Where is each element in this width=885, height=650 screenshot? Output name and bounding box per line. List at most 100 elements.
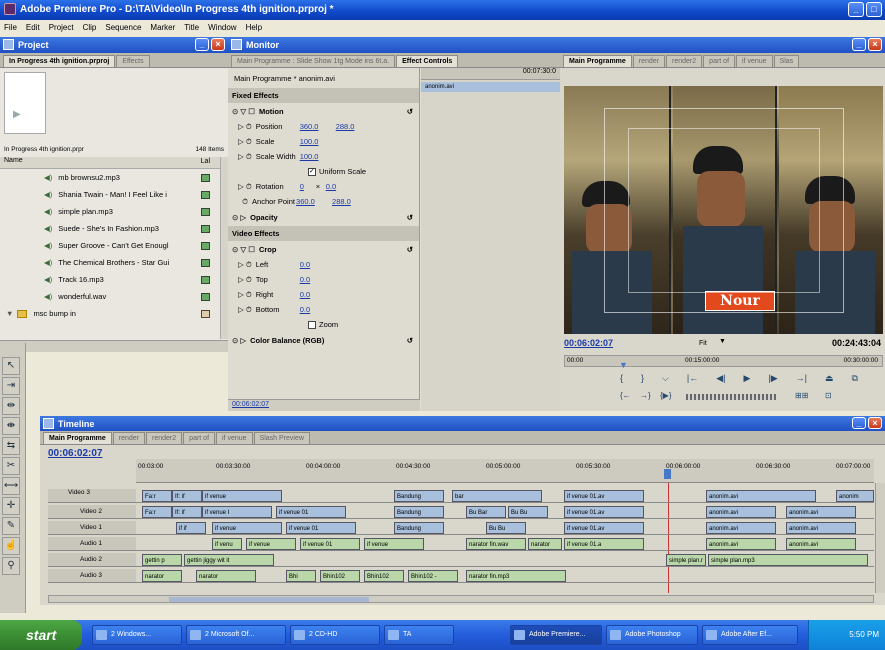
clip[interactable]: anonim.avi xyxy=(786,538,856,550)
slide-tool-icon[interactable]: ✛ xyxy=(2,497,20,515)
minimize-button[interactable]: _ xyxy=(848,2,864,17)
track-header-audio2[interactable]: Audio 2 xyxy=(48,553,136,567)
crop-right-row[interactable]: ▷ ⏱ Right 0.0 xyxy=(228,287,419,302)
clip[interactable]: anonim.avi xyxy=(786,522,856,534)
track-header-video3[interactable]: Video 3 xyxy=(48,489,136,503)
rate-stretch-tool-icon[interactable]: ⇆ xyxy=(2,437,20,455)
goto-previous-edit-icon[interactable]: {← xyxy=(620,391,631,400)
timeline-hscrollbar[interactable] xyxy=(48,595,874,603)
clip[interactable]: Bandung xyxy=(394,506,444,518)
step-back-icon[interactable]: ◀| xyxy=(716,373,725,387)
tab-render2[interactable]: render2 xyxy=(146,432,183,444)
tab-if-venue[interactable]: if venue xyxy=(216,432,253,444)
hand-tool-icon[interactable]: ☝ xyxy=(2,537,20,555)
list-item[interactable]: ◀) The Chemical Brothers - Star Gui xyxy=(0,255,212,270)
clip[interactable]: if if xyxy=(176,522,206,534)
clip[interactable]: Bandung xyxy=(394,522,444,534)
list-item[interactable]: ◀) simple plan.mp3 xyxy=(0,204,212,219)
scale-width-row[interactable]: ▷ ⏱ Scale Width 100.0 xyxy=(228,149,419,164)
tab-render[interactable]: render xyxy=(112,432,146,444)
menu-edit[interactable]: Edit xyxy=(26,23,40,33)
monitor-minimize-button[interactable]: _ xyxy=(852,38,866,51)
crop-left-row[interactable]: ▷ ⏱ Left 0.0 xyxy=(228,257,419,272)
clip[interactable]: Bu Bu xyxy=(486,522,526,534)
clip[interactable]: Bu Bar xyxy=(466,506,506,518)
menu-clip[interactable]: Clip xyxy=(83,23,97,33)
start-button[interactable]: start xyxy=(0,620,82,650)
position-row[interactable]: ▷ ⏱ Position 360.0 288.0 xyxy=(228,119,419,134)
clip[interactable]: anonim.avi xyxy=(786,506,856,518)
tab-main-programme[interactable]: Main Programme xyxy=(43,432,112,444)
tab-effect-controls[interactable]: Effect Controls xyxy=(396,55,459,67)
clip[interactable]: If: if xyxy=(172,506,202,518)
tab-part-of[interactable]: part of xyxy=(183,432,216,444)
clock[interactable]: 5:50 PM xyxy=(849,630,879,639)
col-label-header[interactable]: Lal xyxy=(201,158,210,165)
clip[interactable]: anonim.avi xyxy=(706,538,776,550)
clip[interactable]: if venu xyxy=(212,538,242,550)
clip[interactable]: if venue xyxy=(246,538,296,550)
list-item[interactable]: ◀) Suede - She's In Fashion.mp3 xyxy=(0,221,212,236)
tab-effects[interactable]: Effects xyxy=(116,55,150,67)
clip[interactable]: If: if xyxy=(172,490,202,502)
tab-main-programme[interactable]: Main Programme xyxy=(563,55,632,67)
play-icon[interactable]: ▶ xyxy=(743,373,750,387)
crop-top-row[interactable]: ▷ ⏱ Top 0.0 xyxy=(228,272,419,287)
scale-value[interactable]: 100.0 xyxy=(300,137,319,146)
scale-width-value[interactable]: 100.0 xyxy=(300,152,319,161)
opacity-row[interactable]: ⊙ ▷ Opacity ↺ xyxy=(228,210,419,225)
clip[interactable]: if venue xyxy=(364,538,424,550)
clip[interactable]: if venue xyxy=(202,490,282,502)
taskbar-button-active[interactable]: Adobe Premiere... xyxy=(510,625,602,645)
timeline-ruler[interactable]: 00:03:00 00:03:30:00 00:04:00:00 00:04:3… xyxy=(136,459,874,483)
slip-tool-icon[interactable]: ⟷ xyxy=(2,477,20,495)
list-item[interactable]: ◀) Super Groove - Can't Get Enougl xyxy=(0,238,212,253)
tab-part-of[interactable]: part of xyxy=(703,55,736,67)
program-video-frame[interactable]: Nour xyxy=(564,86,883,334)
menu-project[interactable]: Project xyxy=(49,23,74,33)
jog-control[interactable] xyxy=(686,394,776,400)
list-item[interactable]: ◀) Track 16.mp3 xyxy=(0,272,212,287)
clip[interactable]: Bandung xyxy=(394,490,444,502)
ec-clip-bar[interactable]: anonim.avi xyxy=(421,82,560,92)
menu-title[interactable]: Title xyxy=(184,23,199,33)
timeline-minimize-button[interactable]: _ xyxy=(852,417,866,429)
clip[interactable]: narator fin.mp3 xyxy=(466,570,566,582)
clip[interactable]: narator xyxy=(196,570,256,582)
clip[interactable]: if venue 01.a xyxy=(564,538,644,550)
taskbar-button[interactable]: 2 Microsoft Of... xyxy=(186,625,286,645)
clip[interactable]: anonim.avi xyxy=(706,490,816,502)
taskbar-button[interactable]: Adobe After Ef... xyxy=(702,625,798,645)
selection-tool-icon[interactable]: ↖ xyxy=(2,357,20,375)
track-header-video2[interactable]: Video 2 xyxy=(48,505,136,519)
maximize-button[interactable]: □ xyxy=(866,2,882,17)
taskbar-button[interactable]: TA xyxy=(384,625,454,645)
clip[interactable]: gettin jiggy wit it xyxy=(184,554,274,566)
taskbar-button[interactable]: 2 CD-HD xyxy=(290,625,380,645)
clip[interactable]: Bhi xyxy=(286,570,316,582)
razor-tool-icon[interactable]: ✂ xyxy=(2,457,20,475)
zoom-row[interactable]: Zoom xyxy=(228,317,419,332)
goto-out-icon[interactable]: →| xyxy=(796,373,807,387)
track-header-video1[interactable]: Video 1 xyxy=(48,521,136,535)
clip[interactable]: anonim.avi xyxy=(706,506,776,518)
clip[interactable]: simple plan.mp3 xyxy=(708,554,868,566)
program-current-time[interactable]: 00:06:02:07 xyxy=(564,338,613,348)
goto-next-edit-icon[interactable]: →} xyxy=(640,391,651,400)
zoom-fit-dropdown[interactable]: Fit xyxy=(699,340,707,347)
goto-in-icon[interactable]: |← xyxy=(687,373,698,387)
scroll-thumb[interactable] xyxy=(169,597,369,602)
clip[interactable]: Bhin102 - xyxy=(408,570,458,582)
clip[interactable]: Fa:r xyxy=(142,490,172,502)
step-forward-icon[interactable]: |▶ xyxy=(768,373,777,387)
playhead-icon[interactable]: ▼ xyxy=(619,360,628,370)
clip[interactable]: anonim.avi xyxy=(706,522,776,534)
play-icon[interactable]: ▶ xyxy=(13,109,21,120)
clip[interactable]: if venue 01 xyxy=(276,506,346,518)
menu-window[interactable]: Window xyxy=(208,23,236,33)
rotation-row[interactable]: ▷ ⏱ Rotation 0 × 0.0 xyxy=(228,179,419,194)
menu-sequence[interactable]: Sequence xyxy=(105,23,141,33)
tab-if-venue[interactable]: if venue xyxy=(736,55,773,67)
anchor-row[interactable]: ⏱ Anchor Point 360.0 288.0 xyxy=(228,194,419,209)
ec-timecode[interactable]: 00:06:02:07 xyxy=(232,401,269,408)
